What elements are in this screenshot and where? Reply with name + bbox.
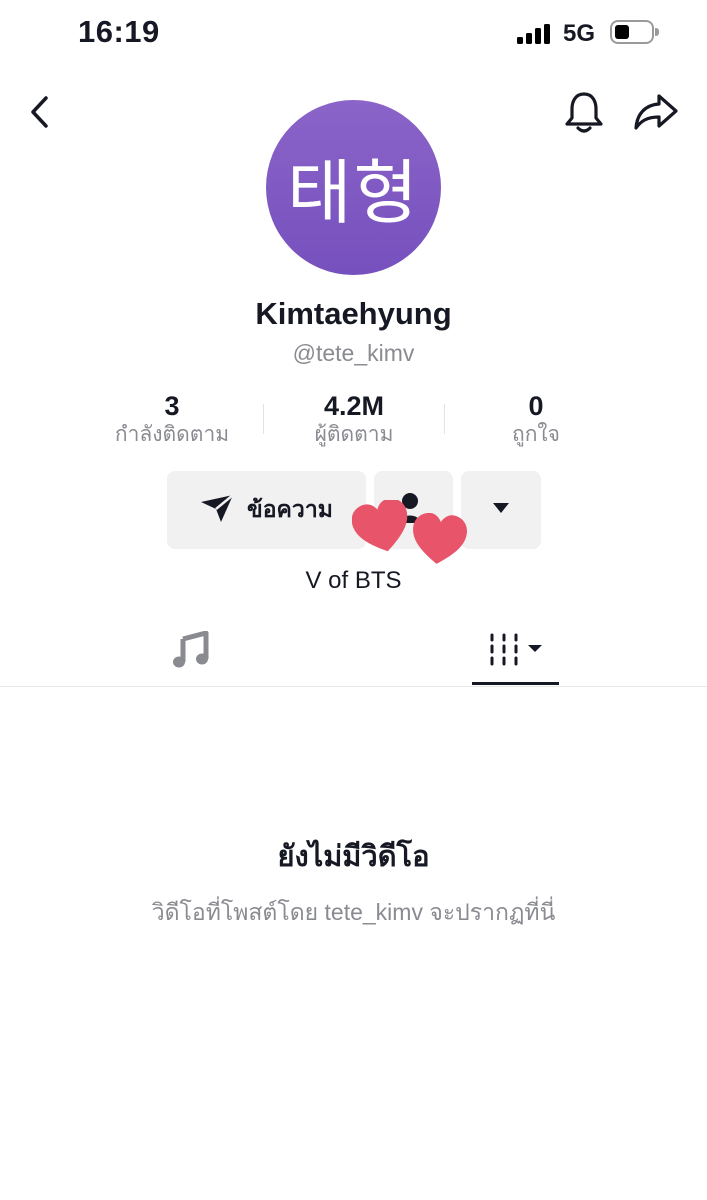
caret-down-icon — [492, 501, 510, 519]
following-count: 3 — [164, 391, 180, 421]
paper-plane-icon — [199, 493, 235, 528]
bell-icon[interactable] — [563, 90, 605, 139]
music-note-icon[interactable] — [172, 630, 210, 674]
status-time: 16:19 — [78, 14, 160, 49]
back-chevron-icon[interactable] — [28, 94, 52, 135]
network-type: 5G — [563, 20, 596, 47]
share-arrow-icon[interactable] — [633, 92, 679, 137]
avatar[interactable]: 태형 — [266, 100, 441, 275]
active-tab-indicator — [472, 682, 559, 685]
heart-sticker — [410, 512, 468, 572]
more-options-button[interactable] — [461, 471, 541, 549]
grid-tab-icon[interactable] — [488, 632, 548, 673]
likes-count: 0 — [528, 391, 544, 421]
display-name: Kimtaehyung — [255, 296, 452, 331]
tabs-divider — [0, 686, 707, 687]
followers-count: 4.2M — [323, 391, 385, 421]
message-button[interactable]: ข้อความ — [167, 471, 366, 549]
likes-label: ถูกใจ — [512, 423, 560, 446]
following-label: กำลังติดตาม — [114, 423, 230, 446]
stat-followers[interactable]: 4.2M ผู้ติดตาม — [254, 390, 454, 448]
avatar-text: 태형 — [287, 152, 420, 234]
signal-bars-icon — [517, 24, 553, 49]
empty-state-subtitle: วิดีโอที่โพสต์โดย tete_kimv จะปรากฏที่นี… — [151, 899, 556, 925]
empty-state-title: ยังไม่มีวิดีโอ — [277, 841, 430, 873]
stat-likes[interactable]: 0 ถูกใจ — [436, 390, 636, 448]
message-button-label: ข้อความ — [247, 496, 333, 522]
username-handle: @tete_kimv — [292, 340, 415, 366]
heart-sticker — [351, 498, 412, 560]
followers-label: ผู้ติดตาม — [314, 423, 394, 446]
stat-following[interactable]: 3 กำลังติดตาม — [72, 390, 272, 448]
battery-icon — [610, 20, 659, 44]
profile-bio: V of BTS — [305, 567, 402, 594]
